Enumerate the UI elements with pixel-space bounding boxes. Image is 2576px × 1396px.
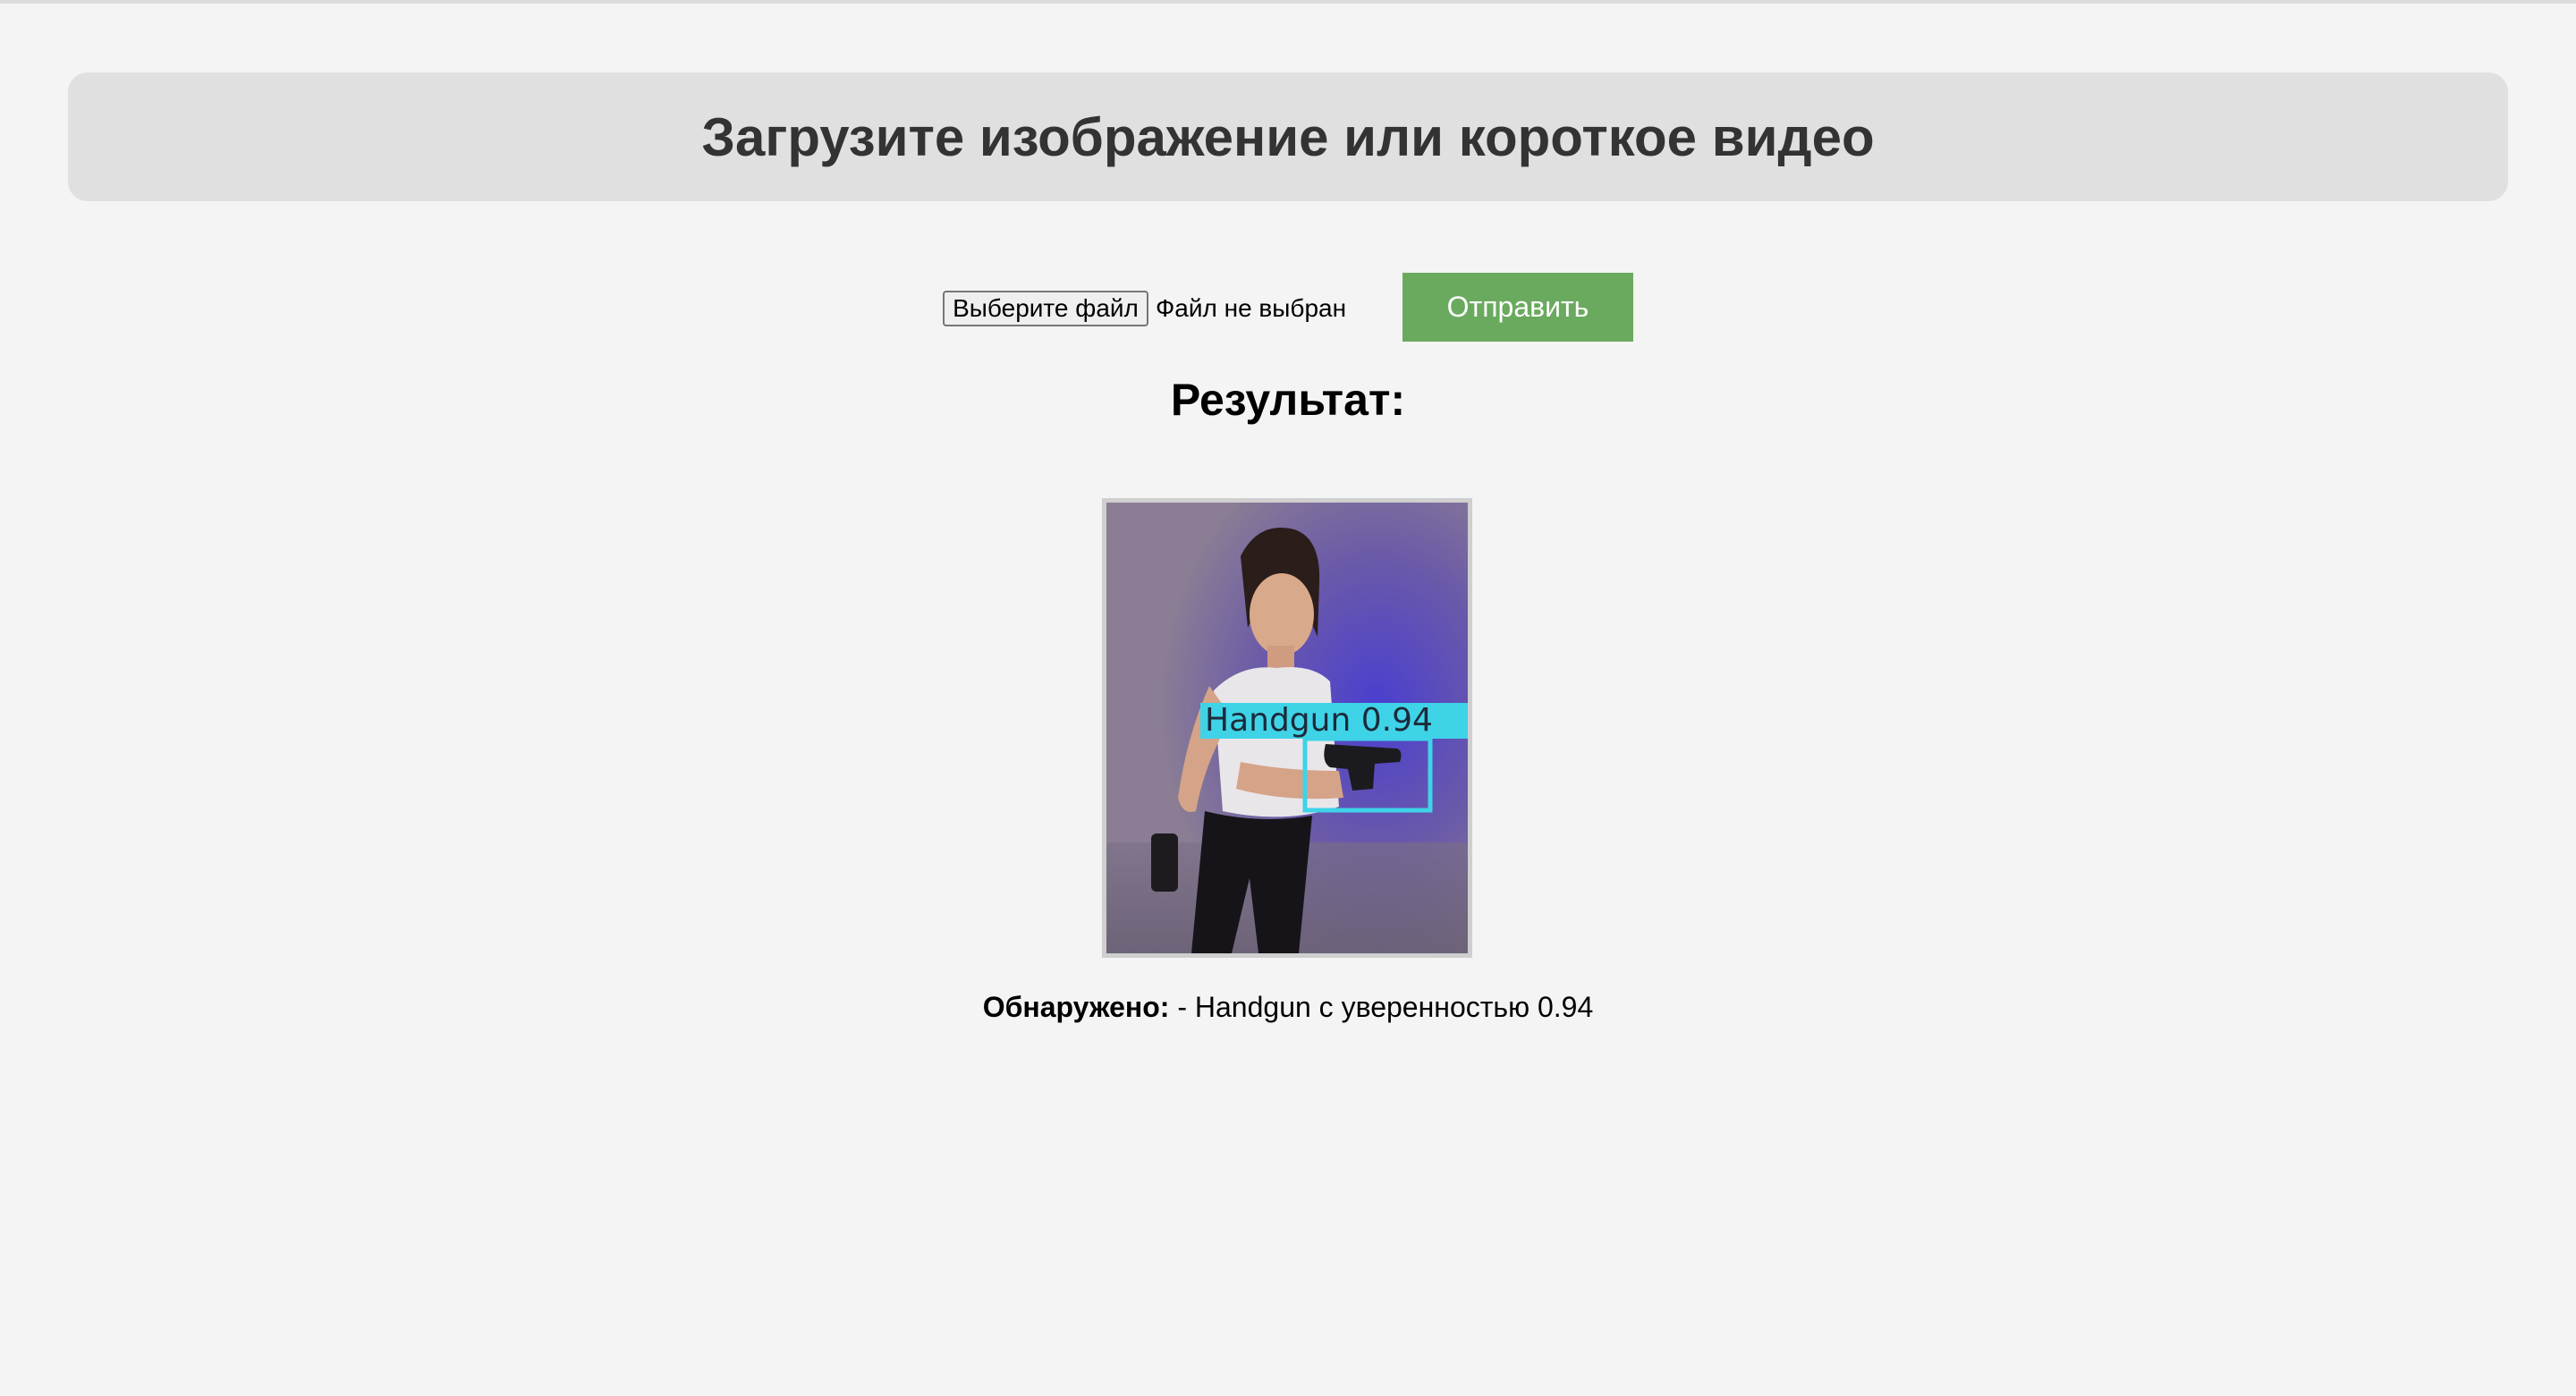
file-status-text: Файл не выбран — [1156, 294, 1347, 322]
top-border — [0, 0, 2576, 4]
result-photo: Handgun 0.94 — [1106, 503, 1468, 953]
result-title: Результат: — [1170, 375, 1406, 425]
upload-form: Выберите файл Файл не выбран Отправить — [0, 273, 2576, 342]
submit-button[interactable]: Отправить — [1402, 273, 1633, 342]
detection-summary-value: - Handgun с уверенностью 0.94 — [1169, 991, 1594, 1023]
detection-summary: Обнаружено: - Handgun с уверенностью 0.9… — [0, 991, 2576, 1024]
photo-holster — [1151, 833, 1178, 892]
photo-face — [1250, 573, 1314, 656]
page-header: Загрузите изображение или короткое видео — [68, 72, 2508, 201]
result-image: Handgun 0.94 — [1102, 498, 1472, 958]
detection-summary-label: Обнаружено: — [982, 991, 1170, 1023]
page-title: Загрузите изображение или короткое видео — [701, 106, 1875, 167]
choose-file-button[interactable]: Выберите файл — [943, 291, 1148, 326]
detection-box-label: Handgun 0.94 — [1205, 702, 1433, 739]
